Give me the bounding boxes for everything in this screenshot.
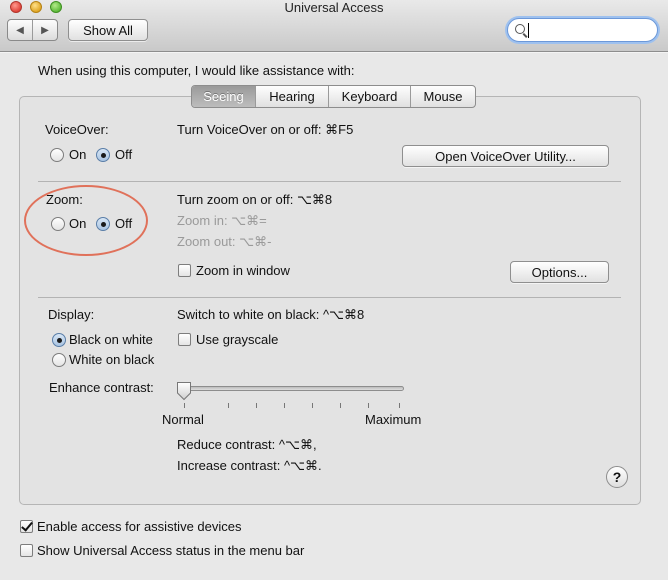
open-voiceover-utility-button[interactable]: Open VoiceOver Utility... [402,145,609,167]
voiceover-on-radio[interactable] [50,148,64,162]
slider-tick [284,403,285,408]
display-shortcut: Switch to white on black: ^⌥⌘8 [177,307,365,322]
slider-tick [399,403,400,408]
voiceover-on-label: On [69,147,87,162]
zoom-options-button[interactable]: Options... [510,261,609,283]
use-grayscale-checkbox[interactable] [178,333,191,346]
show-status-menu-label: Show Universal Access status in the menu… [37,543,305,558]
show-status-menu-checkbox[interactable] [20,544,33,557]
search-icon [515,24,525,34]
tab-bar: Seeing Hearing Keyboard Mouse [191,85,476,108]
black-on-white-radio[interactable] [52,333,66,347]
contrast-max-label: Maximum [365,412,422,427]
voiceover-label: VoiceOver: [45,122,109,137]
text-caret [528,23,529,38]
search-field[interactable] [507,18,658,42]
help-button[interactable]: ? [606,466,628,488]
increase-contrast-shortcut: Increase contrast: ^⌥⌘. [177,458,322,473]
use-grayscale-label: Use grayscale [196,332,279,347]
slider-tick [256,403,257,408]
enable-assistive-devices-checkbox[interactable] [20,520,33,533]
tab-hearing[interactable]: Hearing [256,86,329,107]
enhance-contrast-label: Enhance contrast: [49,380,154,395]
tab-keyboard[interactable]: Keyboard [329,86,411,107]
reduce-contrast-shortcut: Reduce contrast: ^⌥⌘, [177,437,317,452]
tab-seeing[interactable]: Seeing [192,86,256,107]
title-bar: Universal Access ◀ ▶ Show All [0,0,668,52]
slider-thumb[interactable] [176,381,192,401]
slider-tick [184,403,185,408]
zoom-in-window-label: Zoom in window [196,263,290,278]
enhance-contrast-slider[interactable] [181,386,404,391]
slider-tick [228,403,229,408]
zoom-in-shortcut: Zoom in: ⌥⌘= [177,213,267,228]
white-on-black-label: White on black [69,352,155,367]
back-forward-control: ◀ ▶ [7,19,58,41]
section-divider [38,181,621,182]
window-title: Universal Access [284,0,384,15]
annotation-circle [24,185,148,256]
black-on-white-label: Black on white [69,332,153,347]
section-divider [38,297,621,298]
zoom-in-window-checkbox[interactable] [178,264,191,277]
slider-tick [312,403,313,408]
enable-assistive-devices-label: Enable access for assistive devices [37,519,242,534]
voiceover-off-radio[interactable] [96,148,110,162]
voiceover-shortcut: Turn VoiceOver on or off: ⌘F5 [177,122,354,137]
voiceover-off-label: Off [115,147,133,162]
white-on-black-radio[interactable] [52,353,66,367]
zoom-shortcut: Turn zoom on or off: ⌥⌘8 [177,192,333,207]
tab-mouse[interactable]: Mouse [411,86,475,107]
chevron-left-icon[interactable]: ◀ [8,20,33,40]
slider-tick [368,403,369,408]
zoom-out-shortcut: Zoom out: ⌥⌘- [177,234,272,249]
slider-tick [340,403,341,408]
chevron-right-icon[interactable]: ▶ [33,20,57,40]
contrast-min-label: Normal [162,412,204,427]
display-label: Display: [48,307,95,322]
show-all-button[interactable]: Show All [68,19,148,41]
intro-label: When using this computer, I would like a… [38,63,355,78]
